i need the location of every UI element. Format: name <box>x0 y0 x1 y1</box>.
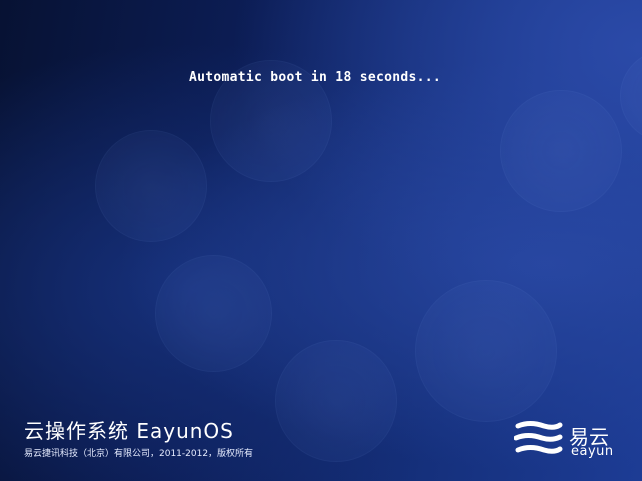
background-bubble <box>500 90 622 212</box>
boot-countdown-message: Automatic boot in 18 seconds... <box>189 70 441 85</box>
boot-splash-screen: Automatic boot in 18 seconds... 云操作系统 Ea… <box>0 0 642 481</box>
logo-text-english: eayun <box>571 444 614 459</box>
product-title: 云操作系统 EayunOS <box>24 419 234 443</box>
eayun-logo-icon <box>514 421 563 454</box>
brand-logo: 易云 eayun <box>514 420 624 460</box>
background-bubble <box>620 50 642 142</box>
copyright-notice: 易云捷讯科技（北京）有限公司，2011-2012，版权所有 <box>24 449 254 459</box>
background-bubble <box>415 280 557 422</box>
background-bubble <box>275 340 397 462</box>
background-bubble <box>95 130 207 242</box>
background-bubble <box>155 255 272 372</box>
